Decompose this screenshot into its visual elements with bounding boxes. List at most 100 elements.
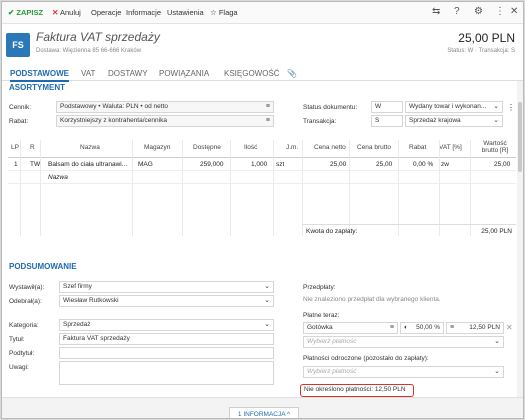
platne-teraz-label: Płatne teraz: — [303, 312, 340, 319]
col-divider — [40, 140, 41, 236]
cennik-value: Podstawowy • Waluta: PLN • od netto — [60, 103, 169, 110]
list-icon[interactable]: ≡ — [266, 116, 270, 126]
chevron-down-icon: ⌄ — [494, 338, 500, 345]
deferred-payment-select[interactable]: Wybierz płatność ⌄ — [303, 366, 504, 378]
save-button[interactable]: ✔ ZAPISZ — [8, 8, 43, 17]
col-vat[interactable]: VAT [%] — [439, 144, 462, 151]
col-magazyn[interactable]: Magazyn — [144, 144, 170, 151]
col-nazwa[interactable]: Nazwa — [80, 144, 100, 151]
delivery-address: Dostawa: Więzienna 85 66-666 Kraków — [36, 48, 142, 54]
cell-cena-brutto: 25,00 — [376, 161, 393, 168]
col-divider — [349, 140, 350, 236]
remove-payment-icon[interactable]: ✕ — [506, 323, 513, 332]
status-code: W — [375, 103, 382, 110]
col-divider — [182, 140, 183, 236]
status-code-field[interactable]: W — [371, 101, 403, 113]
col-divider — [20, 140, 21, 236]
new-row-name-placeholder[interactable]: Nazwa — [48, 174, 68, 181]
menu-informacje[interactable]: Informacje — [126, 8, 161, 17]
col-jm[interactable]: J.m. — [286, 144, 298, 151]
info-panel-button[interactable]: 1 INFORMACJA ^ — [229, 407, 299, 418]
cell-nazwa: Balsam do ciała ultranawi... — [48, 161, 128, 168]
scrollbar-thumb[interactable] — [518, 102, 522, 172]
tab-dostawy[interactable]: DOSTAWY — [108, 69, 148, 78]
flag-label: Flaga — [218, 8, 238, 17]
payment-method-field[interactable]: Gotówka ≡ — [303, 322, 398, 334]
uwagi-label: Uwagi: — [9, 364, 29, 371]
wystawil-select[interactable]: Szef firmy ⌄ — [59, 281, 274, 293]
chevron-down-icon: ⌄ — [264, 321, 270, 328]
col-divider — [273, 140, 274, 236]
col-divider — [470, 140, 471, 236]
trans-code-field[interactable]: S — [371, 115, 403, 127]
odebral-value: Wiesław Rutkowski — [63, 297, 119, 304]
main-content: ASORTYMENT Cennik: Podstawowy • Waluta: … — [2, 81, 523, 397]
chevron-down-icon: ⌄ — [264, 297, 270, 304]
list-icon[interactable]: ≡ — [266, 102, 270, 112]
col-ilosc[interactable]: Ilość — [244, 144, 257, 151]
status-doc-value: Wydany towar i wykonan... — [409, 103, 487, 110]
document-status: Status: W · Transakcja: S — [447, 48, 515, 54]
flag-button[interactable]: ☆ Flaga — [210, 8, 238, 17]
tab-ksiegowosc[interactable]: KSIĘGOWOŚĆ — [224, 69, 280, 78]
payment-method-value: Gotówka — [307, 324, 333, 331]
payment-percent-field[interactable]: ◐ 50,00 % — [400, 322, 444, 334]
menu-operacje[interactable]: Operacje — [91, 8, 121, 17]
document-avatar: FS — [6, 33, 30, 57]
document-title[interactable]: Faktura VAT sprzedaży — [36, 30, 160, 44]
col-cena-brutto[interactable]: Cena brutto — [357, 144, 391, 151]
help-icon[interactable]: ? — [454, 6, 460, 17]
wystawil-label: Wystawił(a): — [9, 284, 45, 291]
attachment-icon[interactable]: 📎 — [287, 69, 297, 78]
more-icon[interactable]: ⋮ — [495, 6, 505, 17]
status-doc-select[interactable]: Wydany towar i wykonan... ⌄ — [405, 101, 503, 113]
total-row: Kwota do zapłaty: 25,00 PLN — [302, 224, 516, 236]
transakcja-select[interactable]: Sprzedaż krajowa ⌄ — [405, 115, 503, 127]
gear-icon[interactable]: ⚙ — [474, 6, 483, 17]
podtytul-field[interactable] — [59, 347, 274, 359]
payment-amount-value: 12,50 PLN — [469, 324, 500, 331]
payment-percent-value: 50,00 % — [416, 324, 440, 331]
col-dostepne[interactable]: Dostępne — [193, 144, 221, 151]
transfer-icon[interactable]: ⇆ — [432, 6, 440, 17]
chevron-down-icon: ⌄ — [264, 283, 270, 290]
rabat-label: Rabat: — [9, 118, 29, 125]
tab-bar: PODSTAWOWE VAT DOSTAWY POWIĄZANIA KSIĘGO… — [2, 65, 523, 82]
rabat-value: Korzystniejszy z kontrahenta/cennika — [60, 117, 167, 124]
section-podsumowanie: PODSUMOWANIE — [9, 262, 77, 271]
payment-amount-field[interactable]: ≡ 12,50 PLN — [446, 322, 504, 334]
wystawil-value: Szef firmy — [63, 283, 92, 290]
section-asortyment: ASORTYMENT — [9, 83, 65, 92]
cennik-field[interactable]: Podstawowy • Waluta: PLN • od netto ≡ — [56, 101, 274, 113]
col-cena-netto[interactable]: Cena netto — [314, 144, 346, 151]
cancel-button[interactable]: ✕ Anuluj — [52, 8, 81, 17]
tab-vat[interactable]: VAT — [81, 69, 95, 78]
menu-ustawienia[interactable]: Ustawienia — [167, 8, 204, 17]
tytul-field[interactable]: Faktura VAT sprzedaży — [59, 333, 274, 345]
rabat-field[interactable]: Korzystniejszy z kontrahenta/cennika ≡ — [56, 115, 274, 127]
col-wartosc-brutto[interactable]: Wartość brutto [R] — [477, 140, 513, 154]
transakcja-value: Sprzedaż krajowa — [409, 117, 461, 124]
kategoria-select[interactable]: Sprzedaż ⌄ — [59, 319, 274, 331]
trans-code: S — [375, 117, 380, 124]
save-label: ZAPISZ — [16, 8, 44, 17]
list-icon[interactable]: ≡ — [390, 323, 394, 333]
total-label: Kwota do zapłaty: — [306, 228, 358, 235]
payment-add-select[interactable]: Wybierz płatność ⌄ — [303, 336, 504, 348]
col-lp[interactable]: LP — [11, 144, 19, 151]
col-r[interactable]: R — [30, 144, 35, 151]
cell-wartosc: 25,00 — [494, 161, 511, 168]
cennik-label: Cennik: — [9, 104, 32, 111]
col-divider — [132, 140, 133, 236]
col-divider — [439, 140, 440, 236]
uwagi-field[interactable] — [59, 361, 274, 385]
col-rabat[interactable]: Rabat — [409, 144, 426, 151]
tab-powiazania[interactable]: POWIĄZANIA — [159, 69, 209, 78]
document-amount: 25,00 PLN — [458, 31, 515, 45]
odebral-select[interactable]: Wiesław Rutkowski ⌄ — [59, 295, 274, 307]
cancel-label: Anuluj — [59, 8, 81, 17]
close-window-icon[interactable]: ✕ — [510, 6, 518, 17]
percent-toggle-icon[interactable]: ◐ — [404, 324, 408, 331]
list-icon[interactable]: ≡ — [450, 323, 454, 333]
more-icon[interactable]: ⋮ — [507, 103, 515, 112]
